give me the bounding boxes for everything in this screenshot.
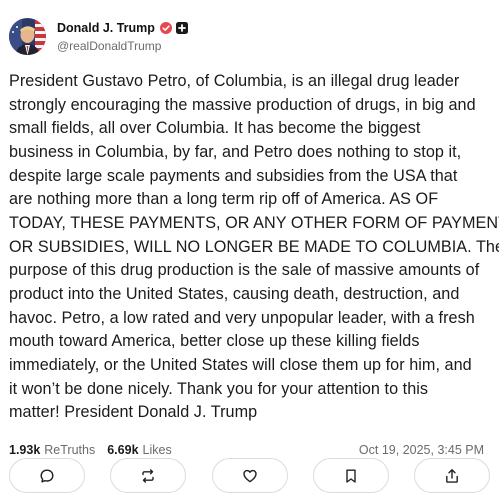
post-line: havoc. Petro, a low rated and very unpop… — [9, 308, 475, 327]
post-line: President Gustavo Petro, of Columbia, is… — [9, 72, 460, 90]
author-handle[interactable]: @realDonaldTrump — [57, 39, 188, 53]
share-icon — [446, 468, 458, 483]
heart-icon — [242, 469, 257, 482]
post-line: strongly encouraging the massive product… — [9, 95, 476, 114]
bookmark-icon — [346, 469, 356, 483]
reply-button[interactable] — [9, 458, 85, 493]
post-line: OR SUBSIDIES, WILL NO LONGER BE MADE TO … — [9, 237, 499, 256]
likes-count: 6.69k — [107, 442, 139, 457]
retruths-stat[interactable]: 1.93k ReTruths — [9, 443, 95, 457]
name-row: Donald J. Trump — [57, 19, 188, 37]
post-line: purpose of this drug production is the s… — [9, 261, 480, 280]
retruths-count: 1.93k — [9, 442, 41, 457]
post-line: it won’t be done nicely. Thank you for y… — [9, 379, 429, 398]
post-line: are nothing more than a long term rip of… — [9, 190, 439, 209]
action-bar — [9, 458, 490, 493]
retruth-button[interactable] — [110, 458, 187, 493]
avatar-portrait-icon — [9, 17, 46, 55]
post-line: immediately, or the United States will c… — [9, 355, 472, 374]
retruths-label: ReTruths — [44, 442, 96, 457]
post-card: Donald J. Trump @realDonaldTrump Preside… — [0, 0, 499, 497]
post-line: business in Columbia, by far, and Petro … — [9, 142, 462, 161]
comment-icon — [40, 469, 54, 482]
avatar[interactable] — [9, 17, 46, 55]
post-line: despite large scale payments and subsidi… — [9, 166, 458, 185]
post-body: President Gustavo Petro, of Columbia, is… — [9, 70, 499, 425]
plus-badge-icon — [175, 22, 188, 34]
author-names: Donald J. Trump @realDonaldTrump — [57, 19, 188, 53]
post-line: product into the United States, causing … — [9, 284, 460, 303]
post-meta: 1.93k ReTruths 6.69k Likes Oct 19, 2025,… — [9, 440, 490, 460]
like-button[interactable] — [211, 458, 288, 493]
likes-label: Likes — [142, 442, 172, 457]
post-line: matter! President Donald J. Trump — [9, 403, 258, 422]
post-line: TODAY, THESE PAYMENTS, OR ANY OTHER FORM… — [9, 213, 499, 232]
repost-icon — [142, 468, 154, 483]
post-line: mouth toward America, better close up th… — [9, 332, 420, 351]
post-line: small fields, all over Columbia. It has … — [9, 119, 421, 138]
likes-stat[interactable]: 6.69k Likes — [107, 443, 171, 457]
post-header: Donald J. Trump @realDonaldTrump — [9, 0, 490, 66]
share-button[interactable] — [414, 458, 490, 493]
verified-badge-icon — [159, 22, 172, 34]
post-timestamp[interactable]: Oct 19, 2025, 3:45 PM — [359, 443, 484, 457]
author-display-name[interactable]: Donald J. Trump — [57, 21, 155, 35]
bookmark-button[interactable] — [312, 458, 389, 493]
